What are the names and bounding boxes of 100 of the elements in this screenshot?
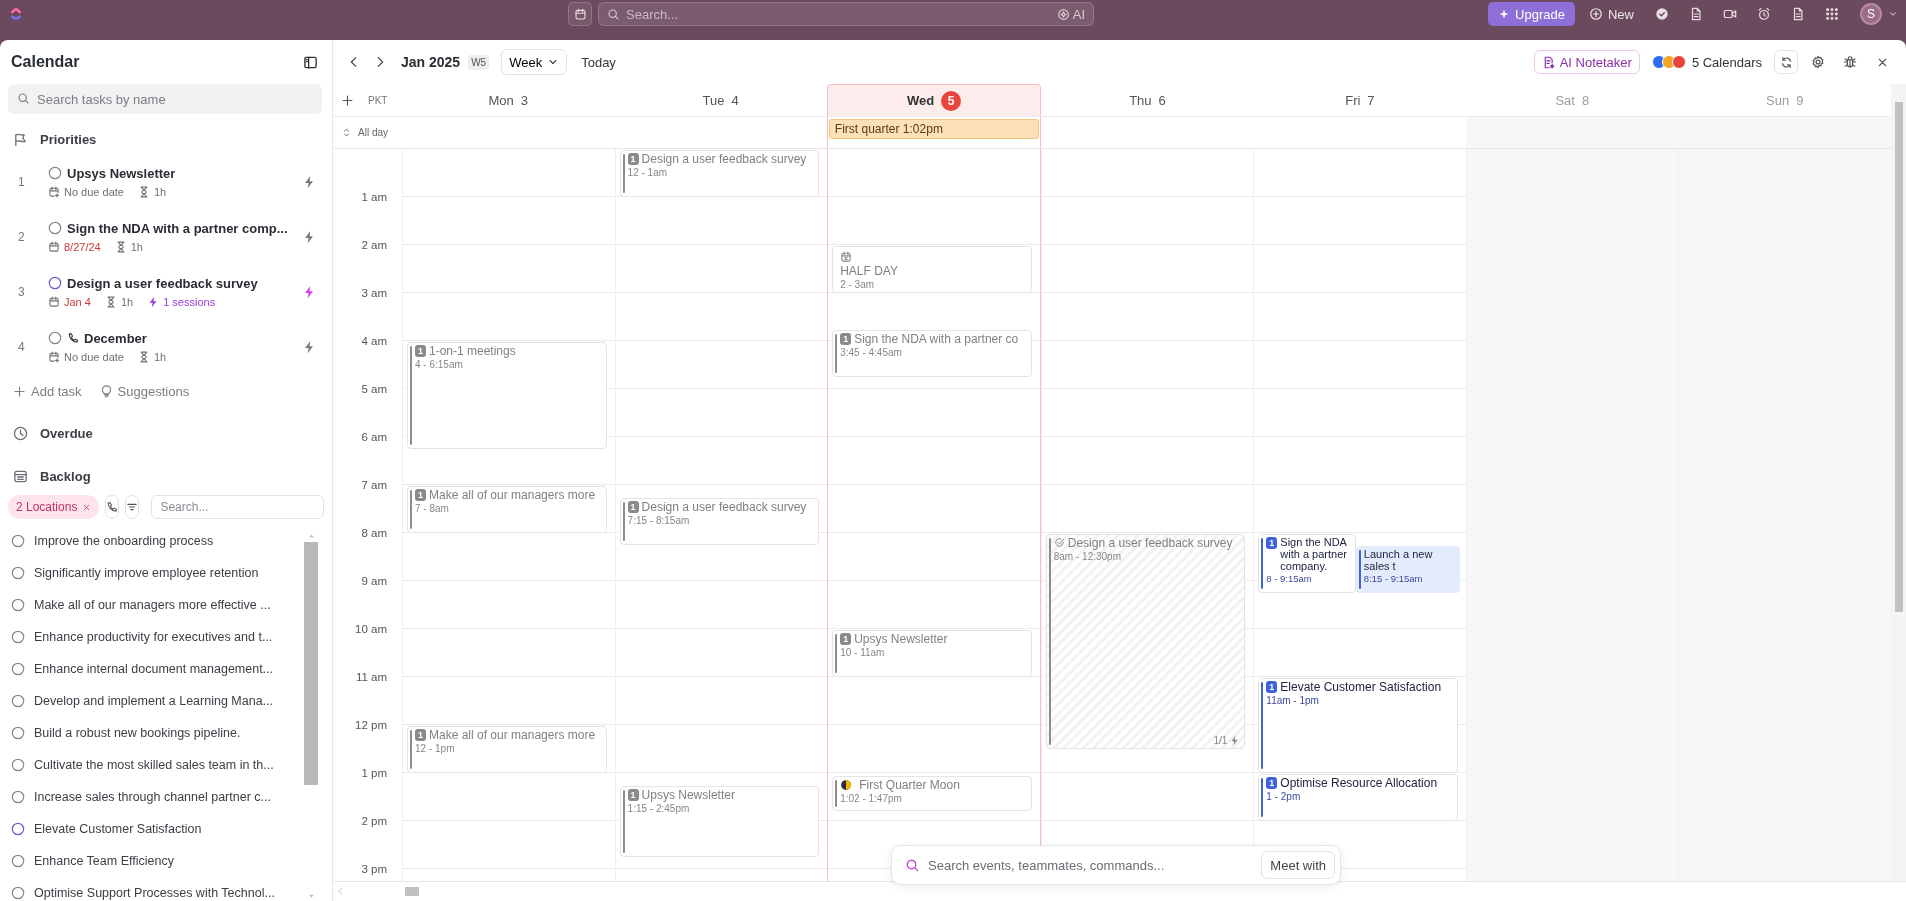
expand-icon[interactable] [341,127,352,138]
task-checkbox[interactable] [11,726,25,740]
priority-badge: 1 [627,789,639,801]
section-title[interactable]: Priorities [40,131,97,147]
backlog-task[interactable]: Significantly improve employee retention [34,566,259,580]
suggestions-button[interactable]: Suggestions [99,383,190,399]
event-time: 10 - 11am [840,647,886,658]
task-title[interactable]: Design a user feedback survey [67,275,258,291]
task-checkbox[interactable] [11,822,25,836]
calendar-event[interactable]: 1 Sign the NDA with a partner company. 8 - 9:15am [1258,534,1356,593]
bolt-icon[interactable] [302,174,316,189]
video-icon[interactable] [1723,7,1737,21]
ai-notetaker-button[interactable]: AI Notetaker [1533,50,1640,74]
task-title[interactable]: December [84,330,147,346]
calendar-event[interactable]: 1 1-on-1 meetings 4 - 6:15am [407,342,607,449]
backlog-task[interactable]: Develop and implement a Learning Mana... [34,694,274,708]
global-search-bar[interactable]: Search... AI [598,2,1095,26]
task-checkbox[interactable] [11,566,25,580]
backlog-task[interactable]: Enhance productivity for executives and t... [34,630,273,644]
task-checkbox[interactable] [11,534,25,548]
backlog-task[interactable]: Build a robust new bookings pipeline. [34,726,241,740]
task-title[interactable]: Sign the NDA with a partner comp... [67,220,288,236]
refresh-button[interactable] [1774,50,1798,74]
new-button[interactable]: New [1581,2,1642,26]
task-search-field[interactable]: Search tasks by name [8,84,322,114]
task-checkbox[interactable] [11,598,25,612]
all-day-event[interactable]: First quarter 1:02pm [828,119,1040,139]
meet-with-button[interactable]: Meet with [1261,851,1335,879]
backlog-task[interactable]: Enhance internal document management... [34,662,274,676]
hourglass-icon [114,240,127,253]
calendar-event[interactable]: 1 Elevate Customer Satisfaction 11am - 1pm [1258,678,1458,773]
phone-filter-button[interactable] [105,495,120,519]
calendars-button[interactable]: 5 Calendars [1647,54,1766,70]
calendar-event[interactable]: 1 Design a user feedback survey 12 - 1am [619,150,820,197]
task-checkbox[interactable] [48,221,62,235]
bolt-icon[interactable] [302,339,316,354]
event-time: 7:15 - 8:15am [627,515,691,526]
backlog-task[interactable]: Elevate Customer Satisfaction [34,822,202,836]
hour-label: 3 pm [361,863,387,875]
scrollbar[interactable] [1891,84,1906,881]
sidebar-title: Calendar [11,53,80,71]
task-checkbox[interactable] [48,166,62,180]
search-input[interactable]: Search... [626,4,1051,24]
calendar-event[interactable]: 1 Optimise Resource Allocation 1 - 2pm [1258,774,1458,821]
calendar-event[interactable]: 1 Upsys Newsletter 1:15 - 2:45pm [619,786,820,857]
upgrade-button[interactable]: Upgrade [1488,2,1575,26]
backlog-task[interactable]: Cultivate the most skilled sales team in th... [34,758,274,772]
task-checkbox[interactable] [11,854,25,868]
calendar-plus-icon [48,185,60,198]
calendar-event[interactable]: Launch a new sales t 8:15 - 9:15am [1355,546,1460,593]
task-checkbox[interactable] [11,758,25,772]
backlog-task[interactable]: Improve the onboarding process [34,534,214,548]
task-checkbox[interactable] [11,662,25,676]
all-day-label: All day [358,127,388,138]
view-dropdown[interactable]: Week [501,49,568,75]
apps-grid-icon[interactable] [1825,7,1839,21]
task-checkbox[interactable] [11,886,25,900]
check-circle-icon[interactable] [1655,7,1669,21]
calendar-event[interactable]: 1 Sign the NDA with a partner co 3:45 - 4:45am [832,330,1032,377]
calendar-event[interactable]: 1 Design a user feedback survey 7:15 - 8:15am [619,498,820,545]
bolt-icon[interactable] [302,284,316,299]
backlog-task[interactable]: Enhance Team Efficiency [34,854,174,868]
filter-button[interactable] [125,495,140,519]
command-search-bar[interactable]: Search events, teammates, commands... Meet with [891,845,1341,885]
document-icon[interactable] [1791,7,1805,21]
task-checkbox[interactable] [48,276,62,290]
event-time: 1 - 2pm [1266,791,1302,802]
section-title[interactable]: Overdue [40,425,93,441]
task-checkbox[interactable] [11,790,25,804]
calendar-event[interactable]: 1 Make all of our managers more 12 - 1pm [407,726,607,773]
task-checkbox[interactable] [11,694,25,708]
sidebar-toggle-icon[interactable] [303,54,318,70]
task-checkbox[interactable] [11,630,25,644]
ai-label: AI [1072,6,1086,22]
location-filter-chip[interactable]: 2 Locations [8,495,100,519]
task-title[interactable]: Upsys Newsletter [67,165,176,181]
month-title: Jan 2025 [401,54,461,70]
backlog-task[interactable]: Optimise Support Processes with Technol... [34,886,275,900]
add-event-button[interactable] [341,93,354,107]
user-avatar[interactable]: S [1860,3,1882,25]
backlog-search-field[interactable]: Search... [151,495,325,519]
scrollbar-thumb[interactable] [405,887,419,896]
backlog-task[interactable]: Make all of our managers more effective ... [34,598,271,612]
bolt-icon[interactable] [302,229,316,244]
task-checkbox[interactable] [48,331,62,345]
calendar-event[interactable]: 1 Make all of our managers more 7 - 8am [407,486,607,533]
calendar-event[interactable]: First Quarter Moon 1:02 - 1:47pm [832,775,1032,811]
event-title: Optimise Resource Allocation [1280,776,1438,790]
add-task-button[interactable]: Add task [13,383,82,399]
backlog-task[interactable]: Increase sales through channel partner c... [34,790,271,804]
section-title[interactable]: Backlog [40,468,91,484]
hourglass-icon [137,350,150,363]
calendar-event[interactable]: 1 Upsys Newsletter 10 - 11am [832,630,1032,677]
event-title: Upsys Newsletter [854,632,948,646]
today-button[interactable]: Today [575,54,622,70]
calendar-event[interactable]: Design a user feedback survey 8am - 12:30pm 1/1 [1045,534,1246,749]
calendar-button[interactable] [568,2,593,26]
alarm-clock-icon[interactable] [1757,7,1771,21]
document-icon[interactable] [1689,7,1703,21]
calendar-event[interactable]: HALF DAY 2 - 3am [832,246,1032,293]
